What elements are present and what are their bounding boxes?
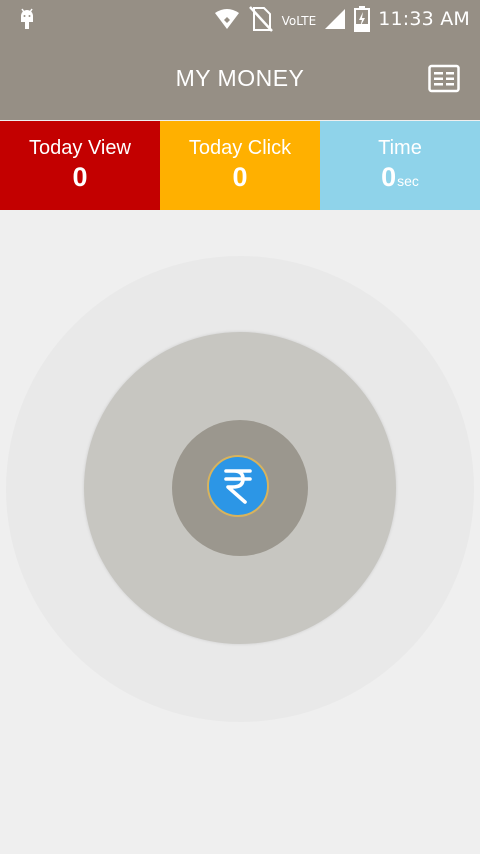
android-debug-icon [21, 8, 33, 29]
rupee-button[interactable] [207, 455, 269, 517]
status-time: 11:33 AM [378, 8, 470, 30]
volte-label: VoLTE [281, 14, 317, 28]
today-view-stat: Today View 0 [0, 121, 160, 210]
today-click-value: 0 [232, 162, 248, 192]
no-sim-icon [248, 6, 273, 32]
wifi-icon [214, 9, 239, 29]
today-click-label: Today Click [188, 137, 292, 159]
list-menu-icon[interactable] [428, 64, 460, 94]
app-bar: MY MONEY [0, 38, 480, 120]
time-unit: sec [397, 173, 419, 189]
today-view-label: Today View [29, 137, 131, 159]
battery-charging-icon [354, 6, 371, 32]
time-value: 0 [381, 162, 397, 192]
time-stat: Time 0sec [320, 121, 480, 210]
time-label: Time [378, 137, 422, 159]
stats-bar: Today View 0 Today Click 0 Time 0sec [0, 121, 480, 210]
page-title: MY MONEY [175, 65, 305, 91]
today-view-value: 0 [72, 162, 88, 192]
today-click-stat: Today Click 0 [160, 121, 320, 210]
time-value-row: 0sec [320, 162, 480, 196]
status-bar: VoLTE 11:33 AM [0, 0, 480, 38]
rupee-icon [224, 469, 252, 504]
signal-icon [325, 9, 346, 29]
